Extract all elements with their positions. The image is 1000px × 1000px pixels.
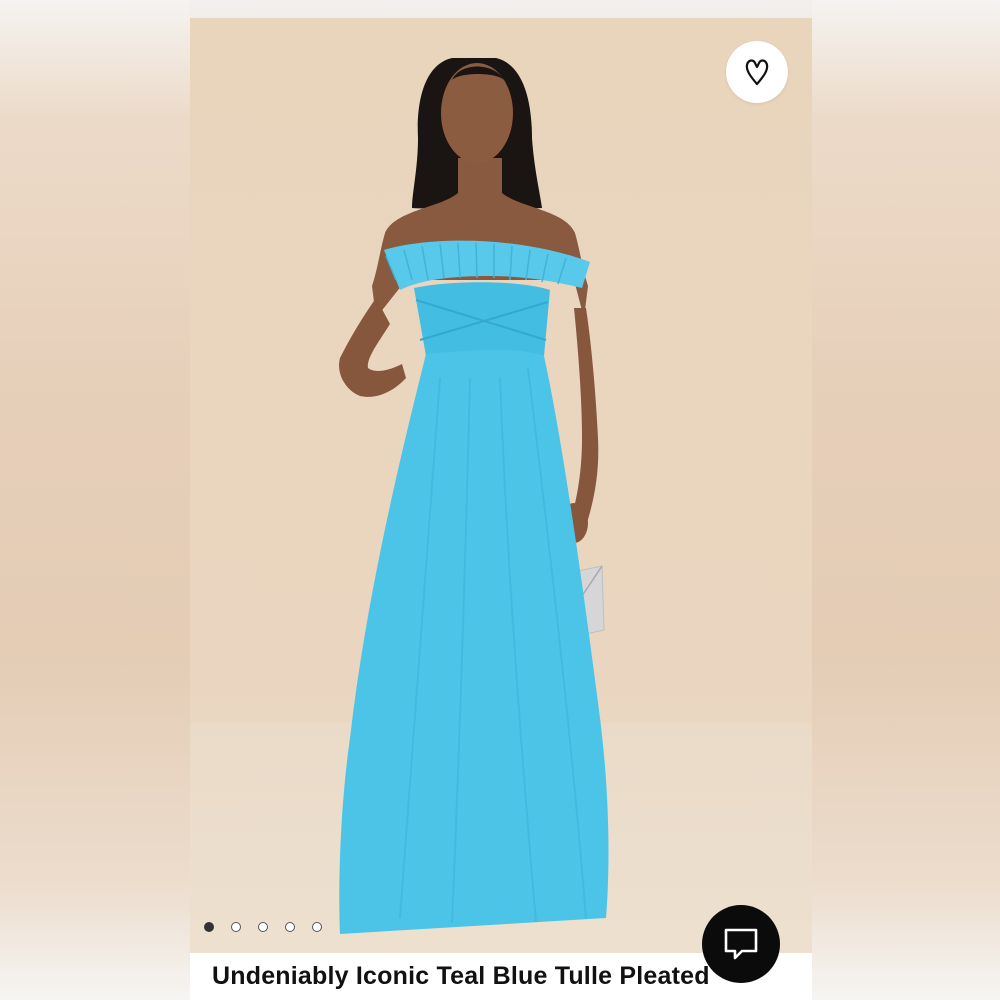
- model-illustration: [339, 58, 609, 934]
- carousel-dot-4[interactable]: [285, 922, 295, 932]
- favorite-button[interactable]: [726, 41, 788, 103]
- heart-icon: [745, 59, 769, 86]
- blurred-backdrop-left: [0, 0, 190, 1000]
- chat-icon: [724, 928, 758, 960]
- product-title: Undeniably Iconic Teal Blue Tulle Pleate…: [212, 962, 710, 990]
- carousel-dot-5[interactable]: [312, 922, 322, 932]
- blurred-backdrop-right: [812, 0, 1000, 1000]
- carousel-dot-3[interactable]: [258, 922, 268, 932]
- carousel-indicators: [204, 922, 322, 932]
- carousel-dot-1[interactable]: [204, 922, 214, 932]
- product-image[interactable]: [190, 18, 812, 953]
- product-card: Undeniably Iconic Teal Blue Tulle Pleate…: [190, 18, 812, 1000]
- carousel-dot-2[interactable]: [231, 922, 241, 932]
